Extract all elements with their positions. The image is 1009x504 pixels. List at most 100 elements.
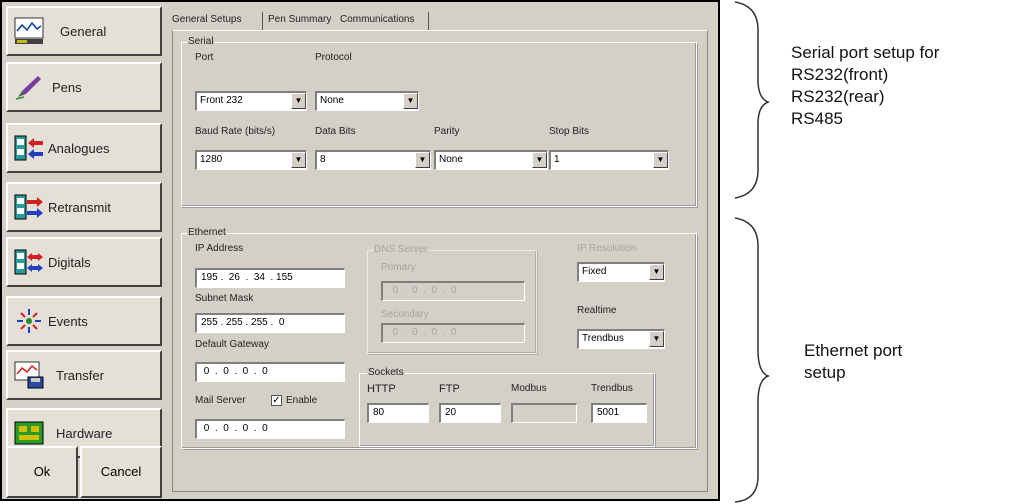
http-port-field[interactable]: 80 [367, 403, 429, 423]
http-label: HTTP [367, 383, 396, 395]
trendbus-port-field[interactable]: 5001 [591, 403, 647, 423]
modbus-label: Modbus [511, 383, 547, 394]
realtime-select[interactable]: Trendbus ▼ [577, 329, 665, 349]
sidebar-item-label: Hardware [56, 426, 113, 441]
ethernet-annotation-line: Ethernet port [804, 341, 903, 360]
pen-icon [15, 76, 41, 100]
dropdown-arrow-icon[interactable]: ▼ [649, 331, 664, 347]
sidebar-item-pens[interactable]: Pens [6, 62, 162, 112]
modbus-port-field [511, 403, 577, 423]
sidebar-item-label: Transfer [56, 368, 104, 383]
baud-rate-label: Baud Rate (bits/s) [195, 126, 276, 137]
dropdown-arrow-icon[interactable]: ▼ [415, 152, 430, 168]
tab-pen-summary[interactable]: Pen Summary [268, 12, 331, 28]
parity-label: Parity [434, 126, 460, 137]
chart-icon [14, 17, 44, 44]
dropdown-arrow-icon[interactable]: ▼ [532, 152, 547, 168]
serial-annotation-line: Serial port setup for [791, 43, 940, 62]
sidebar-item-general[interactable]: General [6, 6, 162, 56]
data-bits-select[interactable]: 8 ▼ [315, 150, 431, 170]
sidebar-item-events[interactable]: Events [6, 296, 162, 346]
dns-server-label: DNS Server [373, 244, 429, 255]
protocol-select[interactable]: None ▼ [315, 91, 419, 111]
serial-group-label: Serial [187, 36, 215, 47]
serial-annotation-line: RS232(rear) [791, 87, 885, 106]
dropdown-arrow-icon[interactable]: ▼ [653, 152, 668, 168]
serial-annotation-line: RS232(front) [791, 65, 889, 84]
default-gateway-field[interactable]: 0 . 0 . 0 . 0 [195, 362, 345, 382]
stop-bits-label: Stop Bits [549, 126, 590, 137]
dropdown-arrow-icon[interactable]: ▼ [649, 264, 664, 280]
realtime-select-value: Trendbus [582, 333, 624, 344]
port-label: Port [195, 52, 214, 63]
ethernet-brace-icon [734, 217, 770, 503]
parity-select-value: None [439, 154, 463, 165]
ip-resolution-label: IP Resolution [577, 243, 637, 254]
ethernet-annotation-line: setup [804, 363, 846, 382]
stop-bits-select-value: 1 [554, 154, 560, 165]
sidebar-item-label: Events [48, 314, 88, 329]
subnet-mask-field[interactable]: 255 . 255 . 255 . 0 [195, 313, 345, 333]
sidebar-item-label: Pens [52, 80, 82, 95]
sidebar-item-transfer[interactable]: Transfer [6, 350, 162, 400]
analogue-arrow-icon [14, 135, 43, 161]
serial-group [181, 42, 697, 207]
mail-server-field[interactable]: 0 . 0 . 0 . 0 [195, 419, 345, 439]
hardware-board-icon [14, 421, 44, 445]
parity-select[interactable]: None ▼ [434, 150, 548, 170]
trendbus-label: Trendbus [591, 383, 633, 394]
transfer-icon [14, 361, 44, 389]
data-bits-label: Data Bits [315, 126, 356, 137]
sidebar: General Pens Analogues Retransmit Digita… [6, 6, 164, 498]
data-bits-select-value: 8 [320, 154, 326, 165]
primary-dns-field: 0 . 0 . 0 . 0 [381, 281, 525, 301]
port-select-value: Front 232 [200, 95, 243, 106]
stop-bits-select[interactable]: 1 ▼ [549, 150, 669, 170]
protocol-label: Protocol [315, 52, 352, 63]
tab-communications[interactable]: Communications [340, 12, 414, 28]
enable-label: Enable [286, 395, 318, 406]
ethernet-annotation: Ethernet port setup [804, 340, 902, 384]
ip-address-field[interactable]: 195 . 26 . 34 . 155 [195, 268, 345, 288]
configuration-window: General Pens Analogues Retransmit Digita… [0, 0, 720, 501]
baud-rate-select-value: 1280 [200, 154, 223, 165]
digital-arrows-icon [14, 249, 43, 275]
serial-annotation-line: RS485 [791, 109, 843, 128]
annotation-braces [734, 1, 770, 503]
ip-resolution-select[interactable]: Fixed ▼ [577, 262, 665, 282]
ip-address-label: IP Address [195, 243, 244, 254]
sidebar-item-label: General [60, 24, 107, 39]
sidebar-item-label: Digitals [48, 255, 91, 270]
secondary-label: Secondary [381, 309, 429, 320]
mail-server-label: Mail Server [195, 395, 246, 406]
dropdown-arrow-icon[interactable]: ▼ [403, 93, 418, 109]
sidebar-item-label: Retransmit [48, 200, 111, 215]
secondary-dns-field: 0 . 0 . 0 . 0 [381, 323, 525, 343]
sidebar-item-retransmit[interactable]: Retransmit [6, 182, 162, 232]
ftp-label: FTP [439, 383, 460, 395]
protocol-select-value: None [320, 95, 344, 106]
ip-resolution-select-value: Fixed [582, 266, 607, 277]
default-gateway-label: Default Gateway [195, 339, 269, 350]
dropdown-arrow-icon[interactable]: ▼ [291, 93, 306, 109]
ok-button[interactable]: Ok [6, 446, 78, 498]
sidebar-item-analogues[interactable]: Analogues [6, 123, 162, 173]
communications-page: Serial Port Front 232 ▼ Protocol None ▼ … [172, 30, 708, 492]
realtime-label: Realtime [577, 305, 617, 316]
primary-label: Primary [381, 262, 416, 273]
sidebar-item-digitals[interactable]: Digitals [6, 237, 162, 287]
serial-annotation: Serial port setup for RS232(front) RS232… [791, 42, 939, 130]
settings-panel: General Setups Pen Summary Communication… [168, 6, 716, 496]
dropdown-arrow-icon[interactable]: ▼ [291, 152, 306, 168]
retransmit-arrow-icon [14, 194, 43, 220]
port-select[interactable]: Front 232 ▼ [195, 91, 307, 111]
tab-general-setups[interactable]: General Setups [172, 12, 242, 28]
cancel-button[interactable]: Cancel [80, 446, 162, 498]
enable-checkbox[interactable]: ✓ [271, 395, 282, 406]
sockets-label: Sockets [367, 367, 405, 378]
ftp-port-field[interactable]: 20 [439, 403, 501, 423]
ethernet-group-label: Ethernet [187, 227, 227, 238]
baud-rate-select[interactable]: 1280 ▼ [195, 150, 307, 170]
events-icon [17, 309, 41, 333]
serial-brace-icon [734, 1, 770, 199]
